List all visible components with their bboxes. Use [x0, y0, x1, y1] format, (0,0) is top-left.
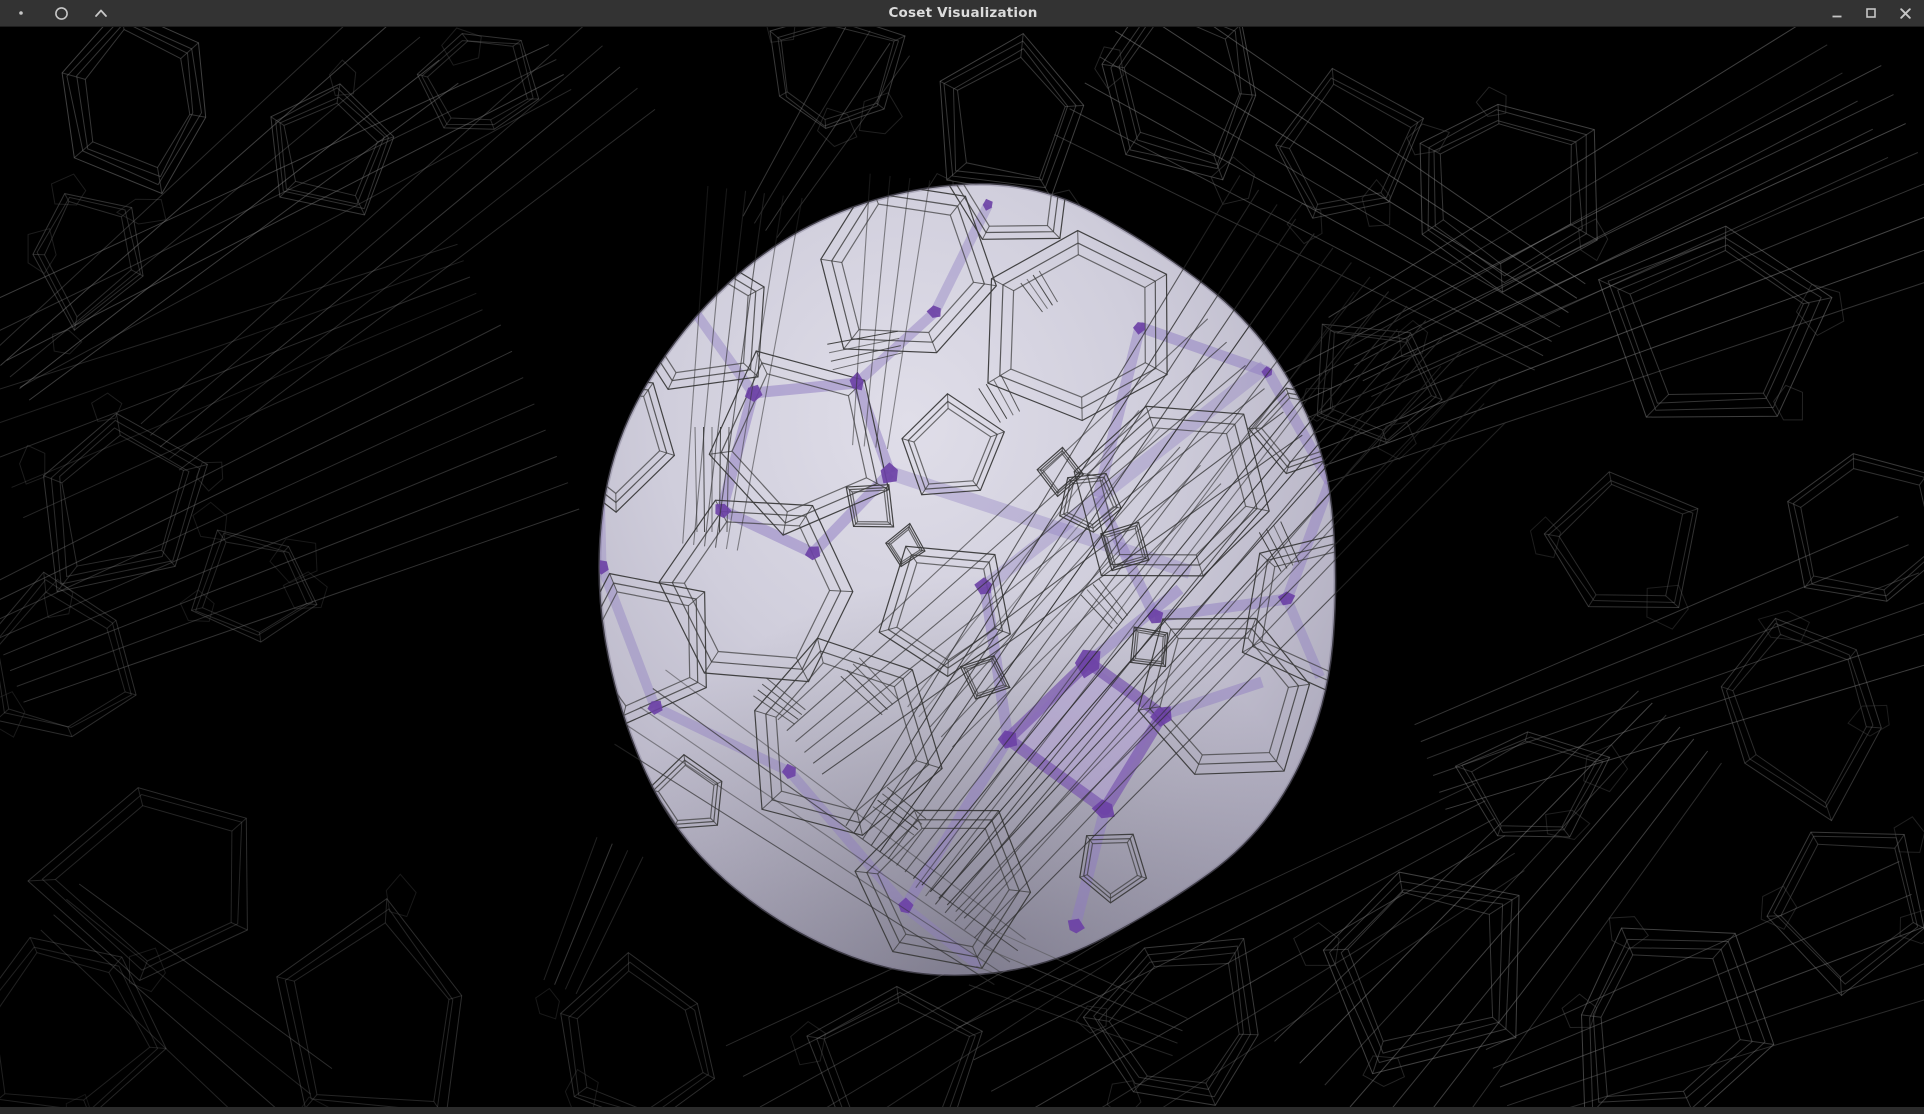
window-bottom-border: [0, 1107, 1924, 1114]
minimize-icon[interactable]: [1828, 4, 1846, 22]
titlebar[interactable]: Coset Visualization: [0, 0, 1924, 27]
maximize-icon[interactable]: [1862, 4, 1880, 22]
titlebar-left-icons: [0, 4, 292, 22]
titlebar-window-controls: [1634, 4, 1924, 22]
window-title: Coset Visualization: [292, 5, 1634, 21]
viewport-3d[interactable]: [0, 27, 1924, 1114]
circle-icon[interactable]: [52, 4, 70, 22]
chevron-up-icon[interactable]: [92, 4, 110, 22]
dot-icon: [12, 4, 30, 22]
close-icon[interactable]: [1896, 4, 1914, 22]
